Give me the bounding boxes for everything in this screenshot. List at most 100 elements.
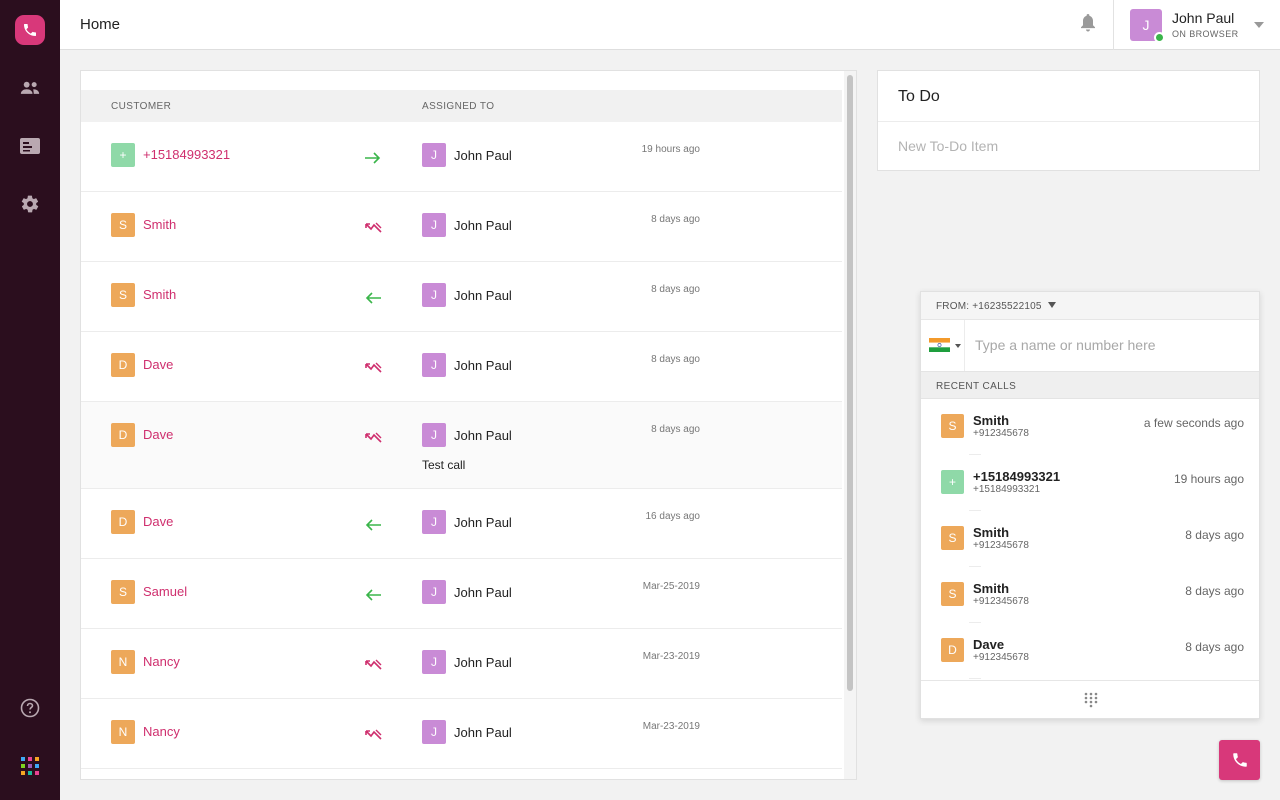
- country-caret-down-icon[interactable]: [955, 344, 961, 348]
- incoming-call-icon: [364, 291, 384, 307]
- incoming-call-icon: [364, 588, 384, 604]
- phone-logo-icon[interactable]: [15, 15, 45, 45]
- new-todo-input[interactable]: [898, 135, 1238, 157]
- customer-avatar: D: [111, 423, 135, 447]
- recent-call-item[interactable]: S Smith +912345678 8 days ago: [921, 567, 1259, 623]
- recent-call-avatar: D: [941, 638, 964, 662]
- table-row[interactable]: N Nancy J John Paul Mar-23-2019: [81, 699, 842, 769]
- assignee-name: John Paul: [454, 428, 512, 443]
- column-header-assigned-to: ASSIGNED TO: [422, 101, 495, 112]
- customer-avatar: S: [111, 283, 135, 307]
- customer-name-link[interactable]: Smith: [143, 287, 176, 302]
- customer-avatar: N: [111, 650, 135, 674]
- from-number-label: FROM: +16235522105: [936, 301, 1042, 312]
- recent-call-avatar: S: [941, 526, 964, 550]
- customer-avatar: S: [111, 580, 135, 604]
- keypad-icon[interactable]: [1084, 692, 1098, 708]
- customer-name-link[interactable]: Dave: [143, 357, 173, 372]
- call-time: Mar-23-2019: [642, 651, 700, 662]
- call-time: Mar-23-2019: [642, 721, 700, 732]
- call-time: 8 days ago: [651, 214, 700, 225]
- assignee-avatar: J: [422, 353, 446, 377]
- recent-call-number: +912345678: [973, 652, 1029, 663]
- help-icon[interactable]: [18, 696, 42, 720]
- user-status: ON BROWSER: [1172, 29, 1239, 39]
- recent-call-name: +15184993321: [973, 469, 1061, 484]
- user-name[interactable]: John Paul: [1172, 10, 1234, 26]
- notifications-bell-icon[interactable]: [1080, 14, 1098, 34]
- assignee-name: John Paul: [454, 288, 512, 303]
- call-activity-panel: CUSTOMER ASSIGNED TO + +15184993321 J John …: [80, 70, 857, 780]
- customer-name-link[interactable]: Dave: [143, 427, 173, 442]
- customer-name-link[interactable]: Smith: [143, 217, 176, 232]
- phone-icon: [1232, 753, 1247, 767]
- missed-call-icon: [364, 221, 384, 237]
- recent-call-time: 8 days ago: [1185, 640, 1244, 654]
- recent-call-item[interactable]: S Smith +912345678 a few seconds ago: [921, 399, 1259, 455]
- dialer-panel: FROM: +16235522105 RECENT CALLS SSmith+9…: [920, 291, 1260, 719]
- settings-gear-icon[interactable]: [18, 192, 42, 216]
- recent-call-avatar: +: [941, 470, 964, 494]
- keypad-bar: [921, 680, 1259, 718]
- missed-call-icon: [364, 658, 384, 674]
- customer-avatar: N: [111, 720, 135, 744]
- scrollbar-thumb[interactable]: [847, 75, 853, 691]
- assignee-name: John Paul: [454, 515, 512, 530]
- customer-name-link[interactable]: Dave: [143, 514, 173, 529]
- call-button[interactable]: [1219, 740, 1260, 780]
- assignee-name: John Paul: [454, 148, 512, 163]
- contacts-icon[interactable]: [18, 76, 42, 100]
- dial-search-input[interactable]: [975, 335, 1245, 355]
- table-row[interactable]: S Smith J John Paul 8 days ago: [81, 192, 842, 262]
- assignee-avatar: J: [422, 580, 446, 604]
- table-row[interactable]: D Dave J John Paul 16 days ago: [81, 489, 842, 559]
- recent-call-number: +15184993321: [973, 484, 1041, 495]
- table-row[interactable]: S Smith J John Paul 8 days ago: [81, 262, 842, 332]
- customer-name-link[interactable]: +15184993321: [143, 147, 230, 162]
- assignee-name: John Paul: [454, 725, 512, 740]
- recent-call-item[interactable]: S Smith +912345678 8 days ago: [921, 511, 1259, 567]
- assignee-avatar: J: [422, 720, 446, 744]
- recent-call-time: 19 hours ago: [1173, 472, 1244, 486]
- missed-call-icon: [364, 431, 384, 447]
- call-time: 8 days ago: [651, 424, 700, 435]
- customer-name-link[interactable]: Nancy: [143, 724, 180, 739]
- recent-call-name: Smith: [973, 581, 1010, 596]
- recent-call-avatar: S: [941, 582, 964, 606]
- from-number-selector[interactable]: FROM: +16235522105: [921, 292, 1259, 320]
- table-row[interactable]: S Samuel J John Paul Mar-25-2019: [81, 559, 842, 629]
- assignee-avatar: J: [422, 143, 446, 167]
- assignee-avatar: J: [422, 283, 446, 307]
- recent-call-time: 8 days ago: [1185, 584, 1244, 598]
- call-time: 19 hours ago: [641, 144, 700, 155]
- customer-name-link[interactable]: Nancy: [143, 654, 180, 669]
- recent-call-number: +912345678: [973, 596, 1029, 607]
- todo-title: To Do: [898, 88, 940, 105]
- recent-call-item[interactable]: + +15184993321 +15184993321 19 hours ago: [921, 455, 1259, 511]
- table-row[interactable]: D Dave J John Paul 8 days ago Test call: [81, 402, 842, 489]
- recent-call-time: 8 days ago: [1185, 528, 1244, 542]
- contact-card-icon[interactable]: [18, 134, 42, 158]
- table-row[interactable]: N Nancy J John Paul Mar-23-2019: [81, 629, 842, 699]
- recent-calls-header: RECENT CALLS: [921, 371, 1259, 399]
- recent-calls-label: RECENT CALLS: [936, 381, 1017, 392]
- recent-call-item[interactable]: D Dave +912345678 8 days ago: [921, 623, 1259, 679]
- india-flag-icon[interactable]: [929, 338, 950, 352]
- table-row[interactable]: D Dave J John Paul 8 days ago: [81, 332, 842, 402]
- apps-grid-icon[interactable]: [18, 754, 42, 778]
- call-time: 8 days ago: [651, 284, 700, 295]
- incoming-call-icon: [364, 518, 384, 534]
- recent-call-time: a few seconds ago: [1143, 416, 1244, 430]
- user-menu-chevron-down-icon[interactable]: [1254, 22, 1264, 28]
- assignee-name: John Paul: [454, 655, 512, 670]
- outgoing-call-icon: [364, 151, 384, 167]
- customer-name-link[interactable]: Samuel: [143, 584, 187, 599]
- table-header: CUSTOMER ASSIGNED TO: [81, 90, 842, 122]
- from-caret-down-icon[interactable]: [1048, 302, 1056, 308]
- assignee-name: John Paul: [454, 218, 512, 233]
- call-time: Mar-25-2019: [642, 581, 700, 592]
- customer-avatar: D: [111, 510, 135, 534]
- table-row[interactable]: + +15184993321 J John Paul 19 hours ago: [81, 122, 842, 192]
- column-header-customer: CUSTOMER: [111, 101, 172, 112]
- todo-card: To Do: [877, 70, 1260, 171]
